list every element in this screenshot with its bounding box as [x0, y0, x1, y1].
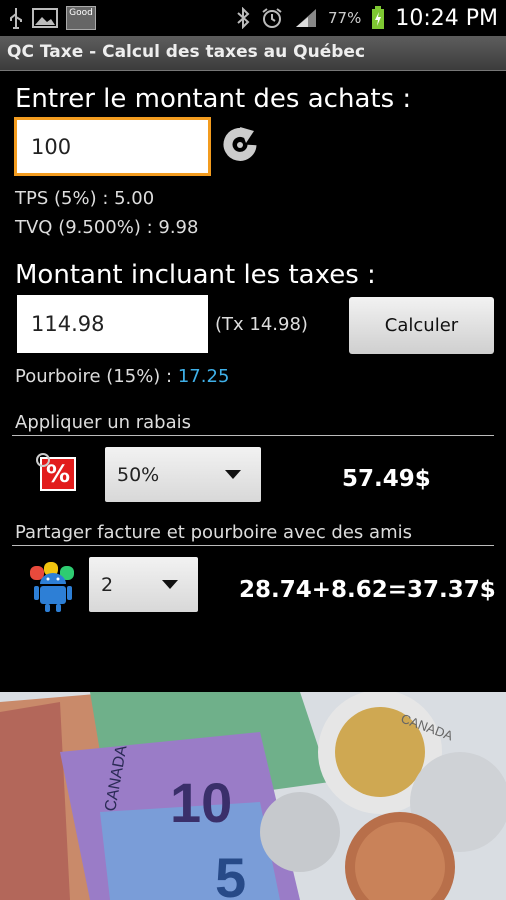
gallery-icon	[32, 8, 58, 28]
signal-icon	[296, 9, 316, 27]
share-section-label: Partager facture et pourboire avec des a…	[15, 522, 412, 543]
purchase-label: Entrer le montant des achats :	[15, 84, 412, 114]
banner-note-10: 10	[170, 771, 232, 834]
discount-selected-value: 50%	[117, 463, 160, 486]
banner-note-5: 5	[215, 846, 246, 900]
alarm-icon	[262, 8, 282, 28]
total-amount-input[interactable]: 114.98	[17, 295, 208, 353]
discount-divider	[12, 435, 494, 436]
purchase-amount-value: 100	[31, 134, 72, 159]
tip-label: Pourboire (15%) :	[15, 366, 173, 387]
tax-note: (Tx 14.98)	[215, 314, 308, 335]
notification-badge: Good	[66, 6, 96, 30]
share-divider	[12, 545, 494, 546]
discount-section-label: Appliquer un rabais	[15, 412, 192, 433]
discount-result: 57.49$	[342, 466, 431, 492]
tps-text: TPS (5%) : 5.00	[15, 188, 155, 209]
status-bar: Good 77% 10:24 PM	[0, 0, 506, 36]
calculate-button[interactable]: Calculer	[349, 297, 494, 354]
friends-count-value: 2	[101, 573, 114, 596]
chevron-down-icon	[162, 580, 178, 589]
app-title: QC Taxe - Calcul des taxes au Québec	[7, 42, 366, 62]
money-banner-image: CANADA 10 5 CANADA	[0, 692, 506, 900]
discount-select[interactable]: 50%	[105, 447, 261, 502]
usb-icon	[10, 8, 22, 29]
tip-row: Pourboire (15%) : 17.25	[15, 366, 229, 387]
friends-count-select[interactable]: 2	[89, 557, 198, 612]
tvq-text: TVQ (9.500%) : 9.98	[15, 217, 199, 238]
purchase-amount-input[interactable]: 100	[14, 117, 211, 176]
battery-percent: 77%	[328, 9, 362, 27]
share-result: 28.74+8.62=37.37$	[239, 577, 496, 603]
total-amount-value: 114.98	[31, 312, 105, 336]
battery-charging-icon	[372, 6, 385, 29]
group-android-icon	[30, 562, 74, 612]
clock: 10:24 PM	[395, 5, 498, 31]
discount-tag-icon: %	[36, 453, 80, 493]
app-title-bar: QC Taxe - Calcul des taxes au Québec	[0, 36, 506, 71]
refresh-icon[interactable]	[218, 123, 262, 167]
total-label: Montant incluant les taxes :	[15, 260, 376, 290]
tip-value: 17.25	[177, 366, 230, 387]
bluetooth-icon	[237, 7, 250, 29]
chevron-down-icon	[225, 470, 241, 479]
calculate-button-label: Calculer	[384, 315, 459, 336]
